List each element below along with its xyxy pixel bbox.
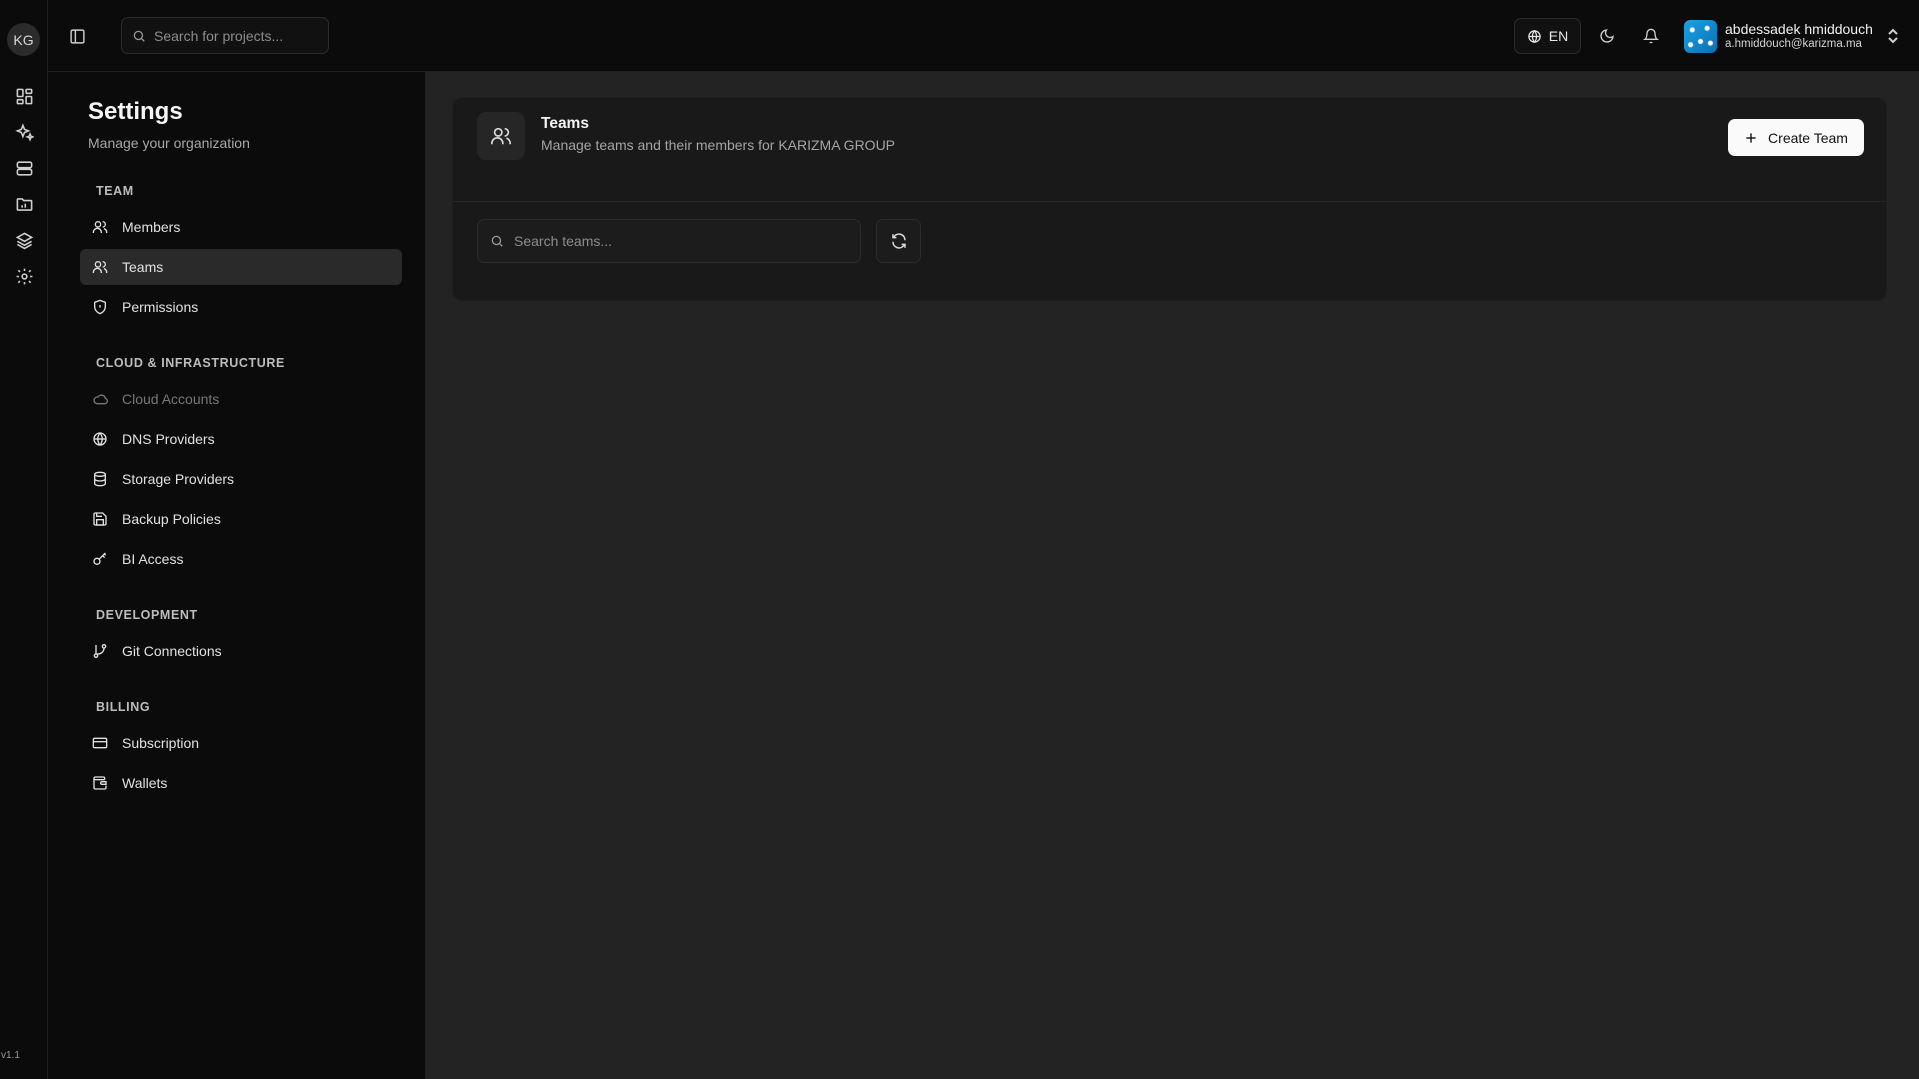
sidebar-item-storage-providers[interactable]: Storage Providers xyxy=(80,461,402,497)
icon-rail: KG v1.1 xyxy=(0,0,48,1079)
server-icon[interactable] xyxy=(12,156,36,180)
sparkles-icon[interactable] xyxy=(12,120,36,144)
app-version: v1.1 xyxy=(1,1050,20,1061)
users-icon xyxy=(92,219,108,235)
sidebar-item-label: DNS Providers xyxy=(122,431,215,447)
sidebar-item-bi-access[interactable]: BI Access xyxy=(80,541,402,577)
settings-sidebar: Settings Manage your organization TEAM M… xyxy=(48,72,426,1079)
sidebar-item-label: Storage Providers xyxy=(122,471,235,487)
globe-icon xyxy=(92,431,108,447)
git-branch-icon xyxy=(92,643,108,659)
page-title: Teams xyxy=(541,115,589,132)
avatar xyxy=(1684,19,1717,53)
settings-subtitle: Manage your organization xyxy=(88,135,250,151)
top-bar: EN abdessadek hmiddouch a.hmiddouch@kari… xyxy=(48,0,1919,72)
nav-group-cloud: CLOUD & INFRASTRUCTURE xyxy=(96,356,285,370)
sidebar-toggle-icon[interactable] xyxy=(65,24,89,48)
gear-icon[interactable] xyxy=(12,264,36,288)
sidebar-item-label: BI Access xyxy=(122,551,184,567)
user-group-icon xyxy=(477,112,525,160)
key-icon xyxy=(92,551,108,567)
nav-group-development: DEVELOPMENT xyxy=(96,608,198,622)
settings-title: Settings xyxy=(88,98,183,125)
plus-icon xyxy=(1744,131,1758,145)
sidebar-item-label: Permissions xyxy=(122,299,199,315)
refresh-icon xyxy=(890,232,908,250)
shield-icon xyxy=(92,299,108,315)
dashboard-grid-icon[interactable] xyxy=(12,84,36,108)
sidebar-item-git-connections[interactable]: Git Connections xyxy=(80,633,402,669)
sidebar-item-teams[interactable]: Teams xyxy=(80,249,402,285)
user-name: abdessadek hmiddouch xyxy=(1725,20,1873,37)
create-team-button[interactable]: Create Team xyxy=(1728,119,1864,156)
nav-group-billing: BILLING xyxy=(96,700,151,714)
org-badge[interactable]: KG xyxy=(7,23,40,56)
search-icon xyxy=(490,234,504,248)
sidebar-item-permissions[interactable]: Permissions xyxy=(80,289,402,325)
sidebar-item-subscription[interactable]: Subscription xyxy=(80,725,402,761)
user-email: a.hmiddouch@karizma.ma xyxy=(1725,37,1862,50)
page-description: Manage teams and their members for KARIZ… xyxy=(541,137,896,153)
sidebar-item-label: Teams xyxy=(122,259,164,275)
globe-icon xyxy=(1527,29,1542,44)
team-search-input[interactable] xyxy=(514,233,860,249)
database-icon xyxy=(92,471,108,487)
sidebar-item-label: Subscription xyxy=(122,735,200,751)
sidebar-item-label: Backup Policies xyxy=(122,511,221,527)
project-search[interactable] xyxy=(121,17,329,54)
card-divider xyxy=(453,201,1886,202)
bell-icon[interactable] xyxy=(1639,24,1663,48)
language-label: EN xyxy=(1548,28,1569,44)
search-icon xyxy=(132,29,146,43)
language-button[interactable]: EN xyxy=(1514,18,1581,54)
sidebar-item-backup-policies[interactable]: Backup Policies xyxy=(80,501,402,537)
chevron-up-down-icon xyxy=(1887,28,1899,44)
cloud-icon xyxy=(92,391,108,407)
nav-group-team: TEAM xyxy=(96,184,134,198)
project-search-input[interactable] xyxy=(154,27,328,44)
sidebar-item-label: Members xyxy=(122,219,181,235)
sidebar-item-label: Cloud Accounts xyxy=(122,391,220,407)
sidebar-item-dns-providers[interactable]: DNS Providers xyxy=(80,421,402,457)
credit-card-icon xyxy=(92,735,108,751)
create-team-label: Create Team xyxy=(1768,129,1848,146)
refresh-button[interactable] xyxy=(876,219,921,263)
team-search[interactable] xyxy=(477,219,861,263)
wallet-icon xyxy=(92,775,108,791)
layers-icon[interactable] xyxy=(12,228,36,252)
user-menu[interactable]: abdessadek hmiddouch a.hmiddouch@karizma… xyxy=(1684,17,1914,55)
sidebar-item-label: Git Connections xyxy=(122,643,222,659)
save-icon xyxy=(92,511,108,527)
teams-card: Teams Manage teams and their members for… xyxy=(452,97,1887,301)
sidebar-item-cloud-accounts[interactable]: Cloud Accounts xyxy=(80,381,402,417)
moon-icon[interactable] xyxy=(1595,24,1619,48)
sidebar-item-wallets[interactable]: Wallets xyxy=(80,765,402,801)
folder-chart-icon[interactable] xyxy=(12,192,36,216)
sidebar-item-label: Wallets xyxy=(122,775,168,791)
sidebar-item-members[interactable]: Members xyxy=(80,209,402,245)
user-group-icon xyxy=(92,259,108,275)
